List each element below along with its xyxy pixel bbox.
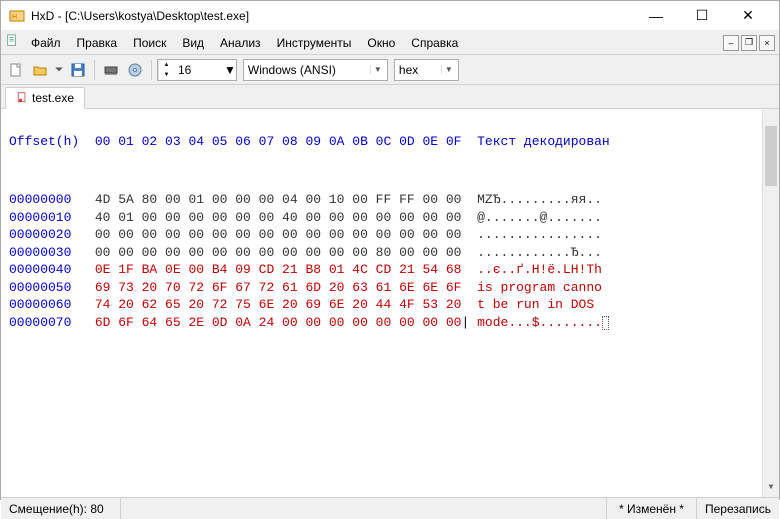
toolbar-separator (151, 60, 152, 80)
open-file-button[interactable] (29, 59, 51, 81)
ascii-text[interactable]: ............Ђ... (477, 245, 602, 260)
close-button[interactable]: ✕ (725, 1, 771, 31)
hex-bytes[interactable]: 69 73 20 70 72 6F 67 72 61 6D 20 63 61 6… (95, 280, 462, 295)
offset-value: 00000050 (9, 280, 71, 295)
scrollbar-thumb[interactable] (765, 126, 777, 186)
modified-file-icon (16, 92, 28, 104)
vertical-scrollbar[interactable]: ▲ ▼ (762, 109, 779, 497)
offset-value: 00000030 (9, 245, 71, 260)
status-modified: * Изменён * (607, 498, 697, 519)
hex-row[interactable]: 00000000 4D 5A 80 00 01 00 00 00 04 00 1… (9, 191, 771, 209)
tab-label: test.exe (32, 91, 74, 105)
spinner-down-icon[interactable]: ▼ (158, 70, 174, 80)
ascii-text[interactable]: ..є..ґ.Н!ё.LН!Th (477, 262, 602, 277)
mdi-close-button[interactable]: × (759, 35, 775, 51)
menu-tools[interactable]: Инструменты (269, 34, 360, 52)
hex-bytes[interactable]: 0E 1F BA 0E 00 B4 09 CD 21 B8 01 4C CD 2… (95, 262, 462, 277)
hex-header-row: Offset(h) 00 01 02 03 04 05 06 07 08 09 … (9, 133, 771, 151)
svg-text:H: H (12, 14, 17, 21)
tabbar: test.exe (1, 85, 779, 109)
statusbar: Смещение(h): 80 * Изменён * Перезапись (1, 497, 779, 519)
menu-window[interactable]: Окно (359, 34, 403, 52)
status-overwrite: Перезапись (697, 498, 779, 519)
hex-row[interactable]: 00000010 40 01 00 00 00 00 00 00 40 00 0… (9, 209, 771, 227)
minimize-button[interactable]: — (633, 1, 679, 31)
new-file-button[interactable] (5, 59, 27, 81)
offset-value: 00000040 (9, 262, 71, 277)
menu-view[interactable]: Вид (174, 34, 212, 52)
encoding-value: Windows (ANSI) (248, 63, 368, 77)
ascii-text[interactable]: @.......@....... (477, 210, 602, 225)
hex-row[interactable]: 00000060 74 20 62 65 20 72 75 6E 20 69 6… (9, 296, 771, 314)
hex-row[interactable]: 00000040 0E 1F BA 0E 00 B4 09 CD 21 B8 0… (9, 261, 771, 279)
menubar: Файл Правка Поиск Вид Анализ Инструменты… (1, 31, 779, 55)
number-base-dropdown[interactable]: hex ▼ (394, 59, 459, 81)
status-offset: Смещение(h): 80 (1, 498, 121, 519)
open-dropdown-button[interactable] (53, 59, 65, 81)
titlebar: H HxD - [C:\Users\kostya\Desktop\test.ex… (1, 1, 779, 31)
menu-help[interactable]: Справка (403, 34, 466, 52)
maximize-button[interactable]: ☐ (679, 1, 725, 31)
document-icon (5, 34, 19, 51)
app-icon: H (9, 8, 25, 24)
menu-analysis[interactable]: Анализ (212, 34, 269, 52)
hex-editor-area[interactable]: Offset(h) 00 01 02 03 04 05 06 07 08 09 … (1, 109, 779, 497)
hex-row[interactable]: 00000050 69 73 20 70 72 6F 67 72 61 6D 2… (9, 279, 771, 297)
offset-value: 00000060 (9, 297, 71, 312)
ascii-text[interactable]: ................ (477, 227, 602, 242)
bytes-per-row-value: 16 (174, 63, 224, 77)
ascii-text[interactable]: t be run in DOS (477, 297, 602, 312)
mdi-restore-button[interactable]: ❐ (741, 35, 757, 51)
toolbar: ▲ ▼ 16 ▼ Windows (ANSI) ▼ hex ▼ (1, 55, 779, 85)
open-ram-button[interactable] (100, 59, 122, 81)
hex-row[interactable]: 00000030 00 00 00 00 00 00 00 00 00 00 0… (9, 244, 771, 262)
encoding-dropdown[interactable]: Windows (ANSI) ▼ (243, 59, 388, 81)
hex-row[interactable]: 00000070 6D 6F 64 65 2E 0D 0A 24 00 00 0… (9, 314, 771, 332)
open-disk-button[interactable] (124, 59, 146, 81)
hex-bytes[interactable]: 4D 5A 80 00 01 00 00 00 04 00 10 00 FF F… (95, 192, 462, 207)
ascii-text[interactable]: mode...$........ (477, 315, 602, 330)
window-title: HxD - [C:\Users\kostya\Desktop\test.exe] (31, 9, 633, 23)
dropdown-arrow-icon[interactable]: ▼ (224, 63, 236, 77)
offset-value: 00000010 (9, 210, 71, 225)
menu-file[interactable]: Файл (23, 34, 69, 52)
scroll-down-button[interactable]: ▼ (763, 480, 779, 497)
hex-bytes[interactable]: 00 00 00 00 00 00 00 00 00 00 00 00 00 0… (95, 227, 462, 242)
ascii-text[interactable]: MZЂ.........яя.. (477, 192, 602, 207)
ascii-text[interactable]: is program canno (477, 280, 602, 295)
hex-row[interactable]: 00000020 00 00 00 00 00 00 00 00 00 00 0… (9, 226, 771, 244)
dropdown-arrow-icon[interactable]: ▼ (441, 65, 456, 74)
spinner-up-icon[interactable]: ▲ (158, 60, 174, 70)
hex-bytes[interactable]: 40 01 00 00 00 00 00 00 40 00 00 00 00 0… (95, 210, 462, 225)
tab-file[interactable]: test.exe (5, 87, 85, 109)
number-base-value: hex (399, 63, 439, 77)
menu-edit[interactable]: Правка (69, 34, 126, 52)
status-spacer (121, 498, 607, 519)
dropdown-arrow-icon[interactable]: ▼ (370, 65, 385, 74)
toolbar-separator (94, 60, 95, 80)
scrollbar-track[interactable] (763, 126, 779, 480)
menu-search[interactable]: Поиск (125, 34, 174, 52)
mdi-minimize-button[interactable]: – (723, 35, 739, 51)
hex-bytes[interactable]: 00 00 00 00 00 00 00 00 00 00 00 00 80 0… (95, 245, 462, 260)
hex-bytes[interactable]: 74 20 62 65 20 72 75 6E 20 69 6E 20 44 4… (95, 297, 462, 312)
bytes-per-row-spinner[interactable]: ▲ ▼ 16 ▼ (157, 59, 237, 81)
save-button[interactable] (67, 59, 89, 81)
hex-bytes[interactable]: 6D 6F 64 65 2E 0D 0A 24 00 00 00 00 00 0… (95, 315, 462, 330)
offset-value: 00000070 (9, 315, 71, 330)
offset-value: 00000020 (9, 227, 71, 242)
text-cursor (602, 316, 609, 330)
offset-value: 00000000 (9, 192, 71, 207)
